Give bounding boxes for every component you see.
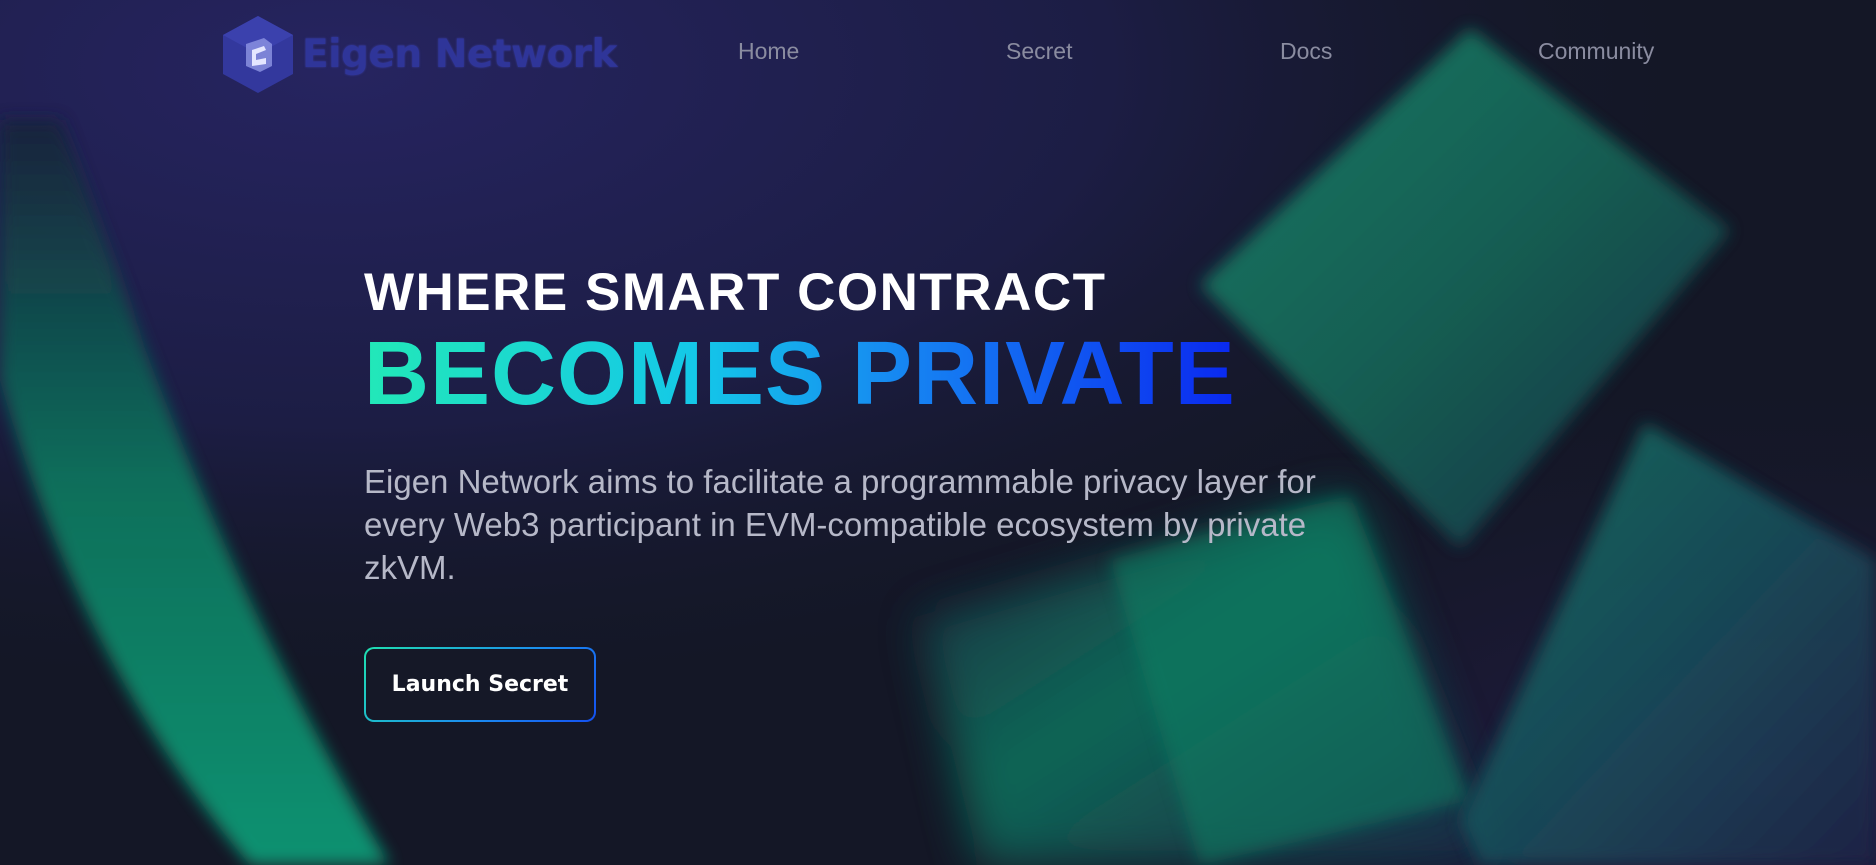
nav-link-community[interactable]: Community (1538, 38, 1654, 65)
brand-name: Eigen Network (302, 31, 617, 77)
hero-headline-line1: WHERE SMART CONTRACT (364, 263, 1107, 322)
hero-headline-line2: BECOMES PRIVATE (364, 324, 1236, 424)
brand-logo[interactable]: Eigen Network (220, 14, 617, 94)
hero-section: WHERE SMART CONTRACT BECOMES PRIVATE Eig… (364, 262, 1344, 589)
launch-secret-label: Launch Secret (366, 649, 594, 720)
launch-secret-button[interactable]: Launch Secret (364, 647, 596, 722)
hero-description: Eigen Network aims to facilitate a progr… (364, 463, 1316, 586)
nav-link-secret[interactable]: Secret (1006, 38, 1072, 65)
eigen-logo-icon (223, 16, 293, 93)
nav-link-home[interactable]: Home (738, 38, 799, 65)
nav-link-docs[interactable]: Docs (1280, 38, 1332, 65)
top-navigation: Eigen Network Home Secret Docs Community (0, 0, 1876, 110)
